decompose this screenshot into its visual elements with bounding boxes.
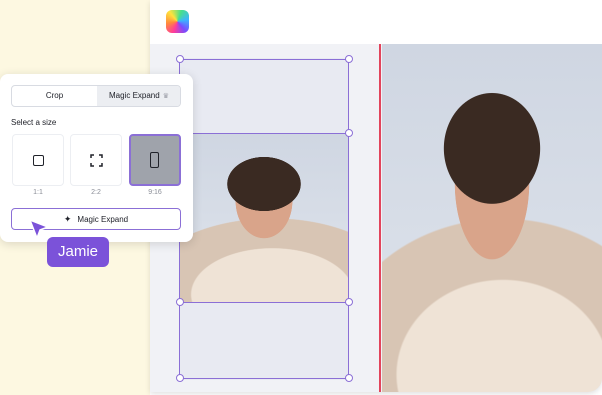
- size-option-2-2-label: 2:2: [91, 189, 101, 196]
- size-option-1-1-label: 1:1: [33, 189, 43, 196]
- cursor-arrow-icon: [29, 219, 49, 239]
- editor-topbar: [150, 0, 602, 44]
- crown-icon: ♛: [162, 93, 169, 100]
- magic-expand-panel: Crop Magic Expand ♛ Select a size 1:1 2:2…: [0, 74, 193, 242]
- tab-magic-expand-label: Magic Expand: [109, 91, 160, 100]
- resize-handle-lower-right[interactable]: [345, 298, 353, 306]
- tab-crop[interactable]: Crop: [12, 86, 97, 106]
- mode-tabs: Crop Magic Expand ♛: [11, 85, 181, 107]
- resize-handle-lower-left[interactable]: [176, 298, 184, 306]
- resize-handle-top-left[interactable]: [176, 55, 184, 63]
- canva-logo-icon[interactable]: [166, 10, 189, 33]
- size-section-label: Select a size: [11, 118, 57, 127]
- resize-handle-bottom-left[interactable]: [176, 374, 184, 382]
- size-option-2-2[interactable]: [70, 134, 122, 186]
- comparison-divider[interactable]: [379, 44, 381, 392]
- original-image-frame: [179, 133, 349, 303]
- portrait-icon: [150, 152, 159, 168]
- resize-handle-bottom-right[interactable]: [345, 374, 353, 382]
- size-option-1-1[interactable]: [12, 134, 64, 186]
- expanded-photo-preview: [382, 44, 602, 392]
- sparkle-icon: ✦: [63, 214, 72, 224]
- size-option-9-16[interactable]: [129, 134, 181, 186]
- tab-crop-label: Crop: [45, 91, 64, 100]
- resize-handle-mid-right[interactable]: [345, 129, 353, 137]
- magic-expand-button-label: Magic Expand: [77, 215, 129, 224]
- corner-brackets-icon: [90, 154, 103, 167]
- size-option-9-16-label: 9:16: [148, 189, 162, 196]
- resize-handle-top-right[interactable]: [345, 55, 353, 63]
- square-icon: [33, 155, 44, 166]
- collaborator-name-tag: Jamie: [47, 237, 109, 267]
- tab-magic-expand[interactable]: Magic Expand ♛: [97, 86, 180, 106]
- editor-card: [150, 0, 602, 392]
